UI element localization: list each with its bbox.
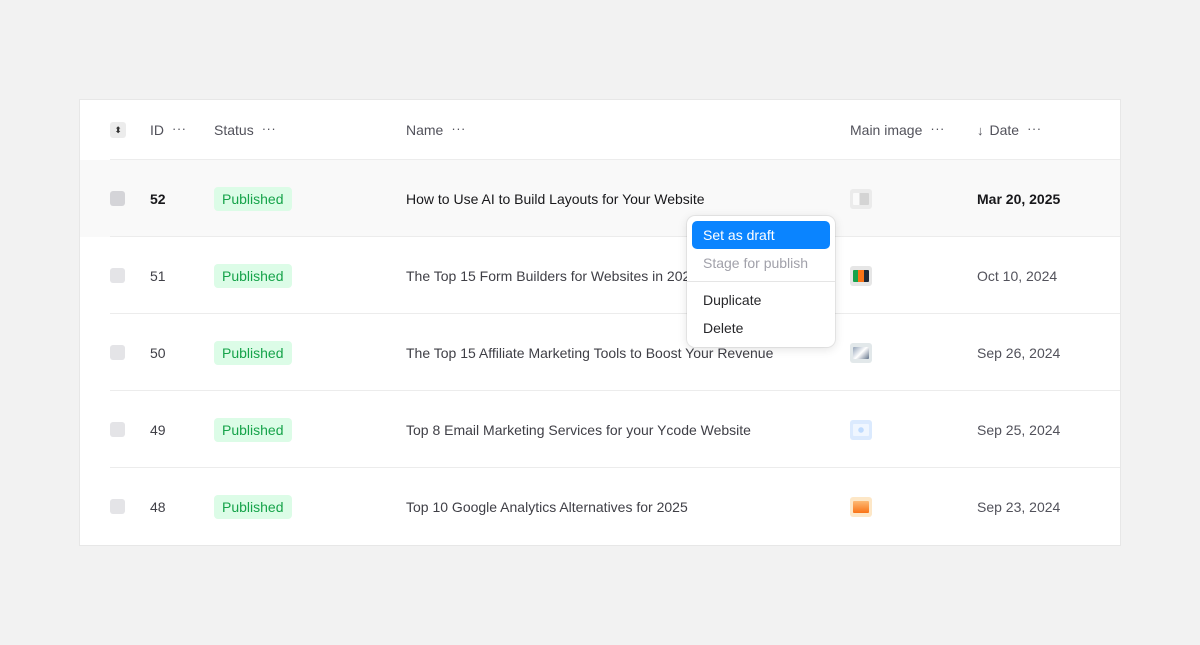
row-name[interactable]: The Top 15 Form Builders for Websites in… xyxy=(406,268,698,284)
row-id: 48 xyxy=(150,498,166,515)
sort-descending-icon[interactable]: ↓ xyxy=(977,123,984,138)
row-context-menu: Set as draft Stage for publish Duplicate… xyxy=(687,216,835,347)
id-header-label: ID xyxy=(150,122,164,138)
row-id: 52 xyxy=(150,190,166,207)
select-all-cell: ⬍ xyxy=(110,100,126,160)
row-date: Oct 10, 2024 xyxy=(977,267,1058,284)
table-row[interactable]: 50 Published The Top 15 Affiliate Market… xyxy=(80,314,1120,391)
status-badge: Published xyxy=(214,494,292,519)
row-id: 50 xyxy=(150,344,166,361)
table-row[interactable]: 49 Published Top 8 Email Marketing Servi… xyxy=(80,391,1120,468)
date-column-menu-icon[interactable]: ··· xyxy=(1027,122,1042,135)
row-date: Sep 23, 2024 xyxy=(977,498,1061,515)
row-name[interactable]: Top 10 Google Analytics Alternatives for… xyxy=(406,499,688,515)
row-date: Sep 25, 2024 xyxy=(977,421,1061,438)
name-header-label: Name xyxy=(406,122,444,138)
date-column-header[interactable]: ↓ Date ··· xyxy=(977,100,1042,160)
main-image-thumbnail[interactable] xyxy=(850,265,872,286)
row-id: 49 xyxy=(150,421,166,438)
status-badge: Published xyxy=(214,186,292,211)
row-name[interactable]: Top 8 Email Marketing Services for your … xyxy=(406,422,751,438)
row-checkbox[interactable] xyxy=(110,422,125,437)
menu-item-set-as-draft[interactable]: Set as draft xyxy=(692,221,830,249)
table-row[interactable]: 51 Published The Top 15 Form Builders fo… xyxy=(80,237,1120,314)
image-column-header[interactable]: Main image ··· xyxy=(850,100,945,160)
menu-item-delete[interactable]: Delete xyxy=(692,314,830,342)
status-badge: Published xyxy=(214,340,292,365)
row-name[interactable]: How to Use AI to Build Layouts for Your … xyxy=(406,191,705,207)
status-column-menu-icon[interactable]: ··· xyxy=(262,122,277,135)
table-row[interactable]: 48 Published Top 10 Google Analytics Alt… xyxy=(80,468,1120,545)
image-header-label: Main image xyxy=(850,122,923,138)
date-header-label: Date xyxy=(989,122,1020,138)
id-column-header[interactable]: ID ··· xyxy=(150,100,187,160)
status-badge: Published xyxy=(214,263,292,288)
sort-toggle-icon[interactable]: ⬍ xyxy=(110,122,126,138)
menu-item-stage-for-publish: Stage for publish xyxy=(703,255,809,271)
id-column-menu-icon[interactable]: ··· xyxy=(172,122,187,135)
image-column-menu-icon[interactable]: ··· xyxy=(930,122,945,135)
row-checkbox[interactable] xyxy=(110,268,125,283)
menu-item-duplicate[interactable]: Duplicate xyxy=(692,286,830,314)
row-date: Mar 20, 2025 xyxy=(977,190,1061,207)
menu-divider xyxy=(687,281,835,282)
table-row[interactable]: 52 Published How to Use AI to Build Layo… xyxy=(80,160,1120,237)
status-header-label: Status xyxy=(214,122,254,138)
row-date: Sep 26, 2024 xyxy=(977,344,1061,361)
row-checkbox[interactable] xyxy=(110,191,125,206)
name-column-menu-icon[interactable]: ··· xyxy=(451,122,466,135)
status-column-header[interactable]: Status ··· xyxy=(214,100,276,160)
table-header: ⬍ ID ··· Status ··· Name ··· Main image … xyxy=(80,100,1120,160)
row-checkbox[interactable] xyxy=(110,499,125,514)
status-badge: Published xyxy=(214,417,292,442)
name-column-header[interactable]: Name ··· xyxy=(406,100,466,160)
row-checkbox[interactable] xyxy=(110,345,125,360)
posts-table: ⬍ ID ··· Status ··· Name ··· Main image … xyxy=(79,99,1121,546)
main-image-thumbnail[interactable] xyxy=(850,188,872,209)
row-id: 51 xyxy=(150,267,166,284)
main-image-thumbnail[interactable] xyxy=(850,496,872,517)
main-image-thumbnail[interactable] xyxy=(850,419,872,440)
main-image-thumbnail[interactable] xyxy=(850,342,872,363)
